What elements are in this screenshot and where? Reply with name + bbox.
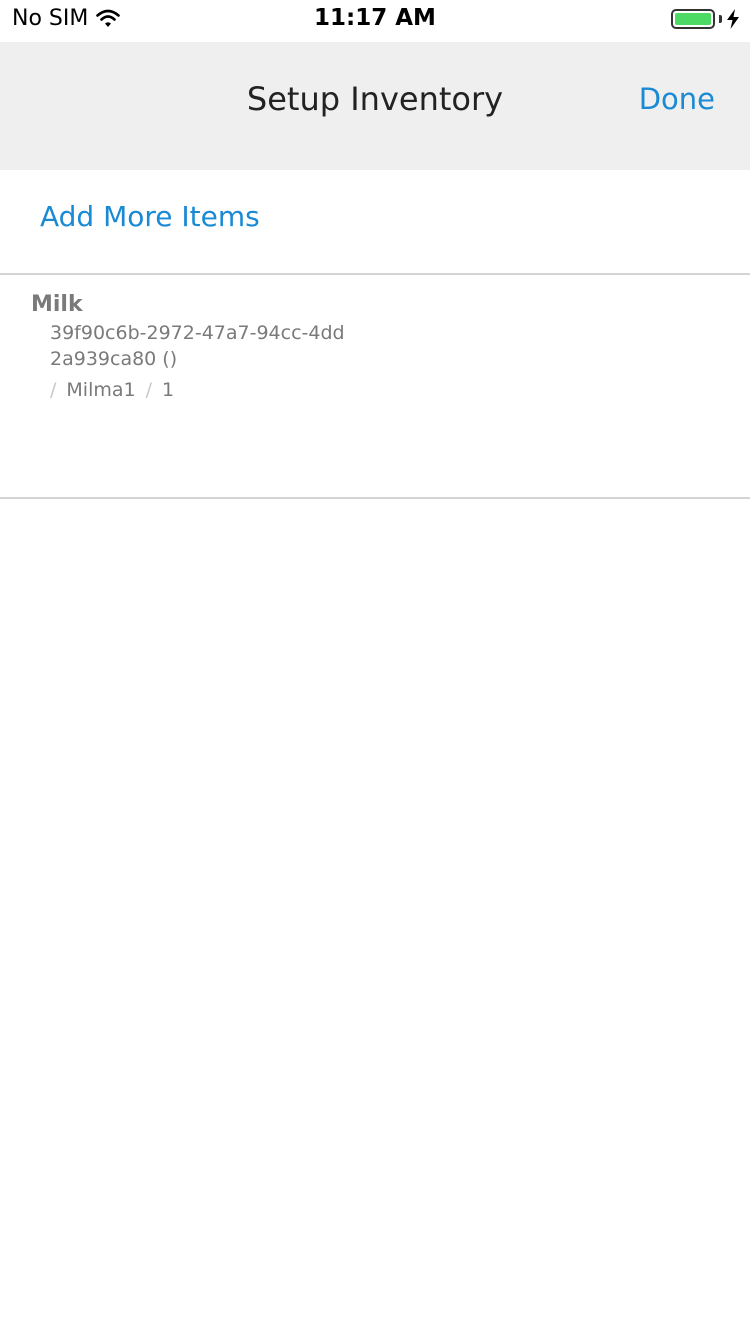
battery-cap xyxy=(719,15,722,23)
battery-fill xyxy=(675,13,711,25)
item-id: 39f90c6b-2972-47a7-94cc-4dd2a939ca80 () xyxy=(50,322,345,370)
divider xyxy=(0,273,750,275)
item-brand: Milma1 xyxy=(66,379,136,401)
divider xyxy=(0,497,750,499)
item-quantity: 1 xyxy=(162,379,175,401)
battery-group xyxy=(671,9,740,29)
bolt-icon xyxy=(727,9,739,29)
navigation-bar: Setup Inventory Done xyxy=(0,42,750,170)
page-title: Setup Inventory xyxy=(246,80,504,118)
battery-icon xyxy=(671,9,715,29)
separator: / xyxy=(145,379,153,401)
status-time: 11:17 AM xyxy=(314,5,436,31)
done-button[interactable]: Done xyxy=(639,82,715,116)
item-name: Milk xyxy=(31,292,83,317)
item-meta: / Milma1 / 1 xyxy=(50,379,174,401)
add-more-items-button[interactable]: Add More Items xyxy=(40,200,260,233)
list-item[interactable]: Milk 39f90c6b-2972-47a7-94cc-4dd2a939ca8… xyxy=(0,276,750,498)
separator: / xyxy=(50,379,57,401)
status-bar: No SIM 11:17 AM xyxy=(0,0,750,42)
screen: No SIM 11:17 AM Setup Inventory Done Add… xyxy=(0,0,750,1334)
